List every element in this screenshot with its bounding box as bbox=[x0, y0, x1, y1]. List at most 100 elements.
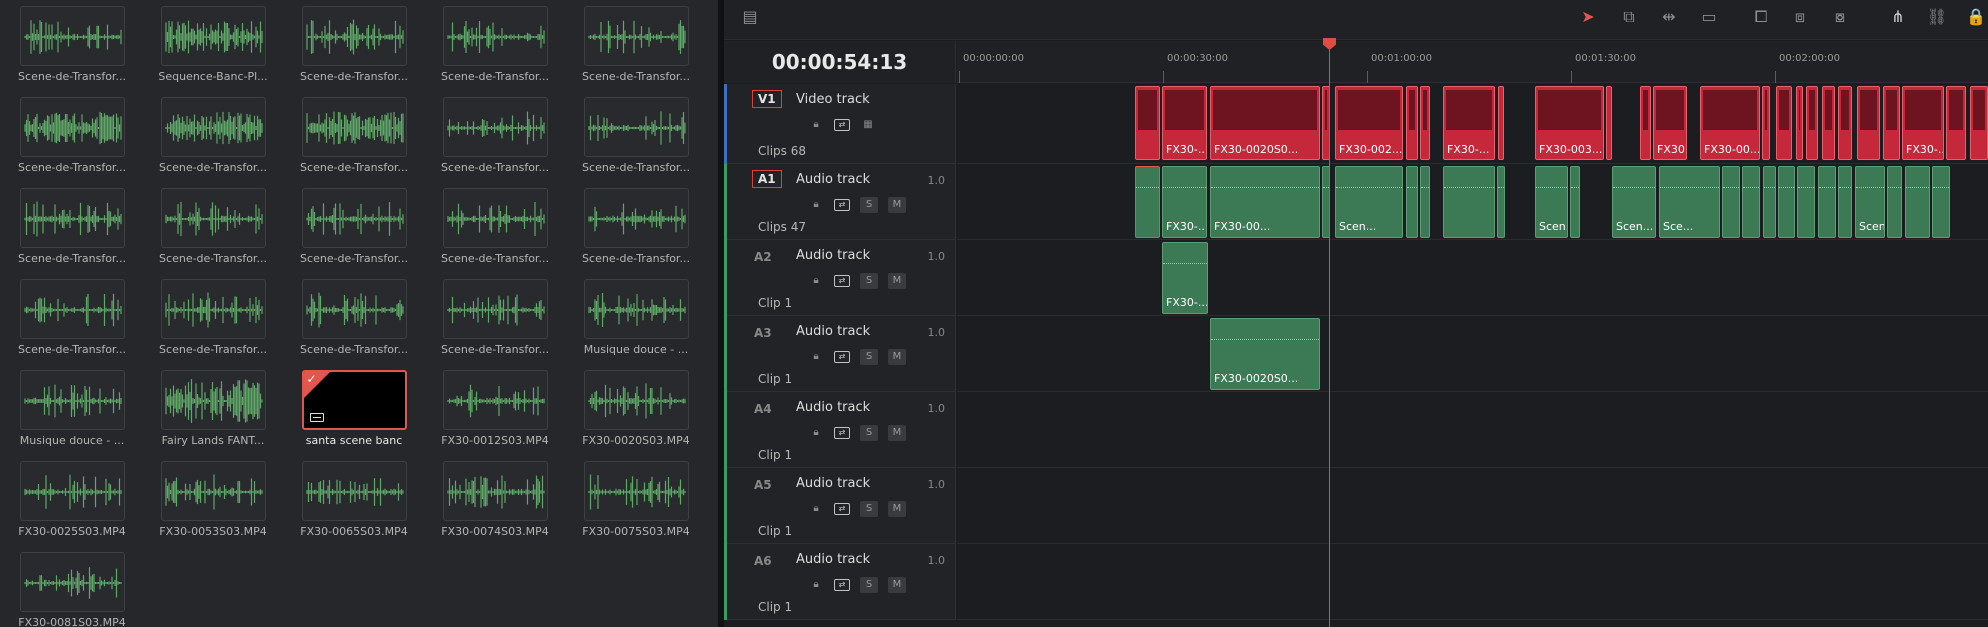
media-clip[interactable]: Scene-de-Transfor... bbox=[566, 6, 706, 83]
audio-clip[interactable] bbox=[1570, 166, 1580, 238]
track-id[interactable]: A5 bbox=[754, 478, 772, 492]
video-clip[interactable] bbox=[1806, 86, 1818, 160]
media-clip[interactable]: Scene-de-Transfor... bbox=[284, 97, 424, 174]
media-clip[interactable]: Scene-de-Transfor... bbox=[425, 6, 565, 83]
audio-clip[interactable]: Scen... bbox=[1855, 166, 1885, 238]
track-id[interactable]: A1 bbox=[752, 170, 782, 188]
track-name[interactable]: Audio track bbox=[796, 172, 870, 187]
auto-track-select-icon[interactable]: ⇄ bbox=[834, 427, 850, 439]
track-header-a6[interactable]: A6 Audio track 1.0 Clip 1 🔒︎ ⇄ S M bbox=[724, 544, 956, 620]
media-clip[interactable]: Scene-de-Transfor... bbox=[425, 97, 565, 174]
track-id[interactable]: A6 bbox=[754, 554, 772, 568]
mute-button[interactable]: M bbox=[888, 577, 906, 593]
media-clip[interactable]: Scene-de-Transfor... bbox=[425, 279, 565, 356]
time-ruler[interactable]: 00:00:00:00 00:00:30:00 00:01:00:00 00:0… bbox=[957, 41, 1988, 83]
media-clip[interactable]: FX30-0020S03.MP4 bbox=[566, 370, 706, 447]
track-lane-a2[interactable]: FX30-... bbox=[957, 240, 1988, 316]
media-clip[interactable]: FX30-0025S03.MP4 bbox=[2, 461, 142, 538]
video-clip[interactable] bbox=[1796, 86, 1803, 160]
video-clip[interactable]: FX30-... bbox=[1443, 86, 1495, 160]
track-name[interactable]: Audio track bbox=[796, 248, 870, 263]
media-clip[interactable]: Scene-de-Transfor... bbox=[284, 279, 424, 356]
track-name[interactable]: Audio track bbox=[796, 476, 870, 491]
auto-track-select-icon[interactable]: ⇄ bbox=[834, 119, 850, 131]
select-arrow-icon[interactable]: ➤ bbox=[1576, 6, 1600, 28]
auto-track-select-icon[interactable]: ⇄ bbox=[834, 503, 850, 515]
media-clip[interactable]: Scene-de-Transfor... bbox=[425, 188, 565, 265]
video-clip[interactable]: FX30-003... bbox=[1535, 86, 1604, 160]
media-clip[interactable]: Scene-de-Transfor... bbox=[284, 6, 424, 83]
track-lane-a4[interactable] bbox=[957, 392, 1988, 468]
media-clip[interactable]: FX30-0012S03.MP4 bbox=[425, 370, 565, 447]
audio-clip[interactable]: Scen... bbox=[1612, 166, 1656, 238]
track-header-a5[interactable]: A5 Audio track 1.0 Clip 1 🔒︎ ⇄ S M bbox=[724, 468, 956, 544]
media-clip[interactable]: Fairy Lands FANT... bbox=[143, 370, 283, 447]
audio-clip[interactable] bbox=[1722, 166, 1740, 238]
video-clip[interactable] bbox=[1498, 86, 1504, 160]
track-name[interactable]: Audio track bbox=[796, 324, 870, 339]
audio-clip[interactable] bbox=[1443, 166, 1495, 238]
dynamic-trim-icon[interactable]: ⇹ bbox=[1657, 6, 1681, 28]
auto-track-select-icon[interactable]: ⇄ bbox=[834, 579, 850, 591]
timeline-view-icon[interactable]: ▤ bbox=[738, 6, 762, 28]
audio-clip[interactable] bbox=[1778, 166, 1795, 238]
audio-clip[interactable] bbox=[1818, 166, 1836, 238]
lock-icon[interactable]: 🔒︎ bbox=[808, 350, 824, 364]
audio-clip[interactable] bbox=[1763, 166, 1776, 238]
solo-button[interactable]: S bbox=[860, 577, 878, 593]
media-clip[interactable]: Scene-de-Transfor... bbox=[566, 188, 706, 265]
video-clip[interactable] bbox=[1762, 86, 1770, 160]
audio-clip[interactable] bbox=[1742, 166, 1760, 238]
lock-icon[interactable]: 🔒︎ bbox=[808, 198, 824, 212]
video-clip[interactable] bbox=[1606, 86, 1612, 160]
track-id[interactable]: A2 bbox=[754, 250, 772, 264]
lock-icon[interactable]: 🔒︎ bbox=[808, 578, 824, 592]
lock-icon[interactable]: 🔒 bbox=[1964, 6, 1988, 28]
audio-clip[interactable]: Sce... bbox=[1659, 166, 1720, 238]
video-clip[interactable]: FX30-... bbox=[1902, 86, 1944, 160]
playhead-line[interactable] bbox=[1329, 39, 1330, 627]
track-name[interactable]: Video track bbox=[796, 92, 870, 107]
audio-clip[interactable] bbox=[1135, 166, 1160, 238]
media-clip[interactable]: FX30-0074S03.MP4 bbox=[425, 461, 565, 538]
video-clip[interactable] bbox=[1970, 86, 1988, 160]
lock-icon[interactable]: 🔒︎ bbox=[808, 274, 824, 288]
video-clip[interactable] bbox=[1776, 86, 1792, 160]
media-clip[interactable]: ✓ santa scene banc bbox=[284, 370, 424, 447]
audio-clip[interactable] bbox=[1838, 166, 1852, 238]
video-clip[interactable]: FX30-002... bbox=[1335, 86, 1403, 160]
track-header-v1[interactable]: V1 Video track Clips 68 🔒︎ ⇄ ▦ bbox=[724, 84, 956, 164]
track-name[interactable]: Audio track bbox=[796, 552, 870, 567]
media-clip[interactable]: Scene-de-Transfor... bbox=[566, 97, 706, 174]
audio-clip[interactable] bbox=[1932, 166, 1950, 238]
auto-track-select-icon[interactable]: ⇄ bbox=[834, 351, 850, 363]
mute-button[interactable]: M bbox=[888, 501, 906, 517]
mute-button[interactable]: M bbox=[888, 197, 906, 213]
insert-icon[interactable]: ⧠ bbox=[1749, 6, 1773, 28]
audio-clip[interactable] bbox=[1420, 166, 1430, 238]
audio-clip[interactable]: Scen... bbox=[1335, 166, 1403, 238]
overwrite-icon[interactable]: ⧈ bbox=[1788, 6, 1812, 28]
solo-button[interactable]: S bbox=[860, 273, 878, 289]
video-clip[interactable] bbox=[1135, 86, 1160, 160]
video-clip[interactable]: FX30-... bbox=[1162, 86, 1207, 160]
media-clip[interactable]: Scene-de-Transfor... bbox=[143, 279, 283, 356]
video-clip[interactable] bbox=[1406, 86, 1418, 160]
media-clip[interactable]: Musique douce - ... bbox=[566, 279, 706, 356]
track-header-a2[interactable]: A2 Audio track 1.0 Clip 1 🔒︎ ⇄ S M bbox=[724, 240, 956, 316]
audio-clip[interactable] bbox=[1497, 166, 1505, 238]
video-clip[interactable] bbox=[1420, 86, 1430, 160]
track-header-a4[interactable]: A4 Audio track 1.0 Clip 1 🔒︎ ⇄ S M bbox=[724, 392, 956, 468]
solo-button[interactable]: S bbox=[860, 197, 878, 213]
video-clip[interactable] bbox=[1946, 86, 1966, 160]
media-clip[interactable]: Scene-de-Transfor... bbox=[2, 279, 142, 356]
track-lane-a6[interactable] bbox=[957, 544, 1988, 620]
snap-icon[interactable]: ⋔ bbox=[1886, 6, 1910, 28]
replace-icon[interactable]: ⧇ bbox=[1828, 6, 1852, 28]
lock-icon[interactable]: 🔒︎ bbox=[808, 426, 824, 440]
mute-button[interactable]: M bbox=[888, 349, 906, 365]
video-clip[interactable] bbox=[1640, 86, 1651, 160]
auto-track-select-icon[interactable]: ⇄ bbox=[834, 199, 850, 211]
audio-clip[interactable]: FX30-... bbox=[1162, 166, 1207, 238]
link-icon[interactable]: ⛓ bbox=[1925, 6, 1949, 28]
